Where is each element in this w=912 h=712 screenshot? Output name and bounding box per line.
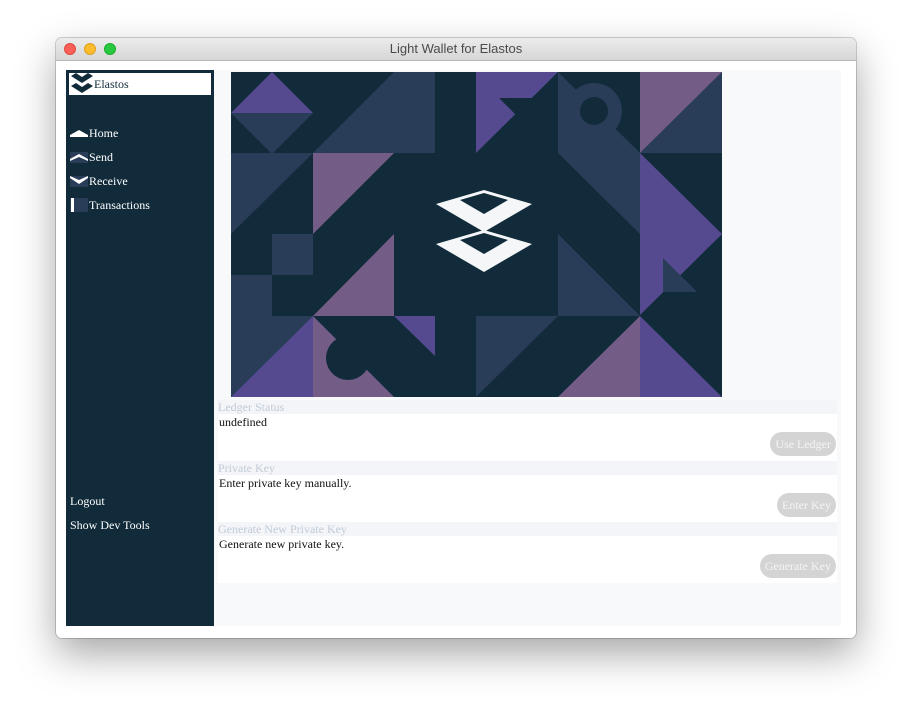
private-key-header: Private Key xyxy=(218,461,837,475)
send-icon xyxy=(70,152,88,163)
nav-item-transactions[interactable]: Transactions xyxy=(70,196,150,214)
nav-item-receive[interactable]: Receive xyxy=(70,172,128,190)
brand-header[interactable]: Elastos xyxy=(69,73,211,95)
private-key-section: Enter private key manually. Enter Key xyxy=(218,475,837,522)
home-icon xyxy=(70,130,88,137)
generate-key-description: Generate new private key. xyxy=(219,537,345,551)
generate-key-section: Generate new private key. Generate Key xyxy=(218,536,837,583)
nav-item-home[interactable]: Home xyxy=(70,124,118,142)
app-window: Light Wallet for Elastos Elastos Home Se… xyxy=(56,38,856,638)
title-bar: Light Wallet for Elastos xyxy=(56,38,856,61)
enter-key-button[interactable]: Enter Key xyxy=(777,493,836,517)
nav-item-send[interactable]: Send xyxy=(70,148,113,166)
window-title: Light Wallet for Elastos xyxy=(389,41,523,56)
app-content: Elastos Home Send Receive Transactions L… xyxy=(56,61,856,638)
nav-label-receive: Receive xyxy=(89,173,128,188)
transactions-icon xyxy=(70,198,88,212)
elastos-logo-icon xyxy=(71,73,93,93)
nav-label-send: Send xyxy=(89,149,113,164)
private-key-description: Enter private key manually. xyxy=(219,476,352,490)
logout-link[interactable]: Logout xyxy=(70,494,105,509)
sidebar: Elastos Home Send Receive Transactions L… xyxy=(66,70,214,626)
nav-label-transactions: Transactions xyxy=(89,197,150,212)
use-ledger-button[interactable]: Use Ledger xyxy=(770,432,836,456)
receive-icon xyxy=(70,176,88,187)
generate-key-button[interactable]: Generate Key xyxy=(759,554,836,578)
show-dev-tools-link[interactable]: Show Dev Tools xyxy=(70,518,150,533)
generate-key-header: Generate New Private Key xyxy=(218,522,837,536)
nav-label-home: Home xyxy=(89,125,119,140)
brand-label: Elastos xyxy=(94,76,129,91)
main-panel: Ledger Status undefined Use Ledger Priva… xyxy=(214,70,841,626)
ledger-status-value: undefined xyxy=(219,415,267,429)
ledger-status-header: Ledger Status xyxy=(218,400,837,414)
elastos-hero-banner xyxy=(231,72,722,397)
ledger-status-section: undefined Use Ledger xyxy=(218,414,837,461)
